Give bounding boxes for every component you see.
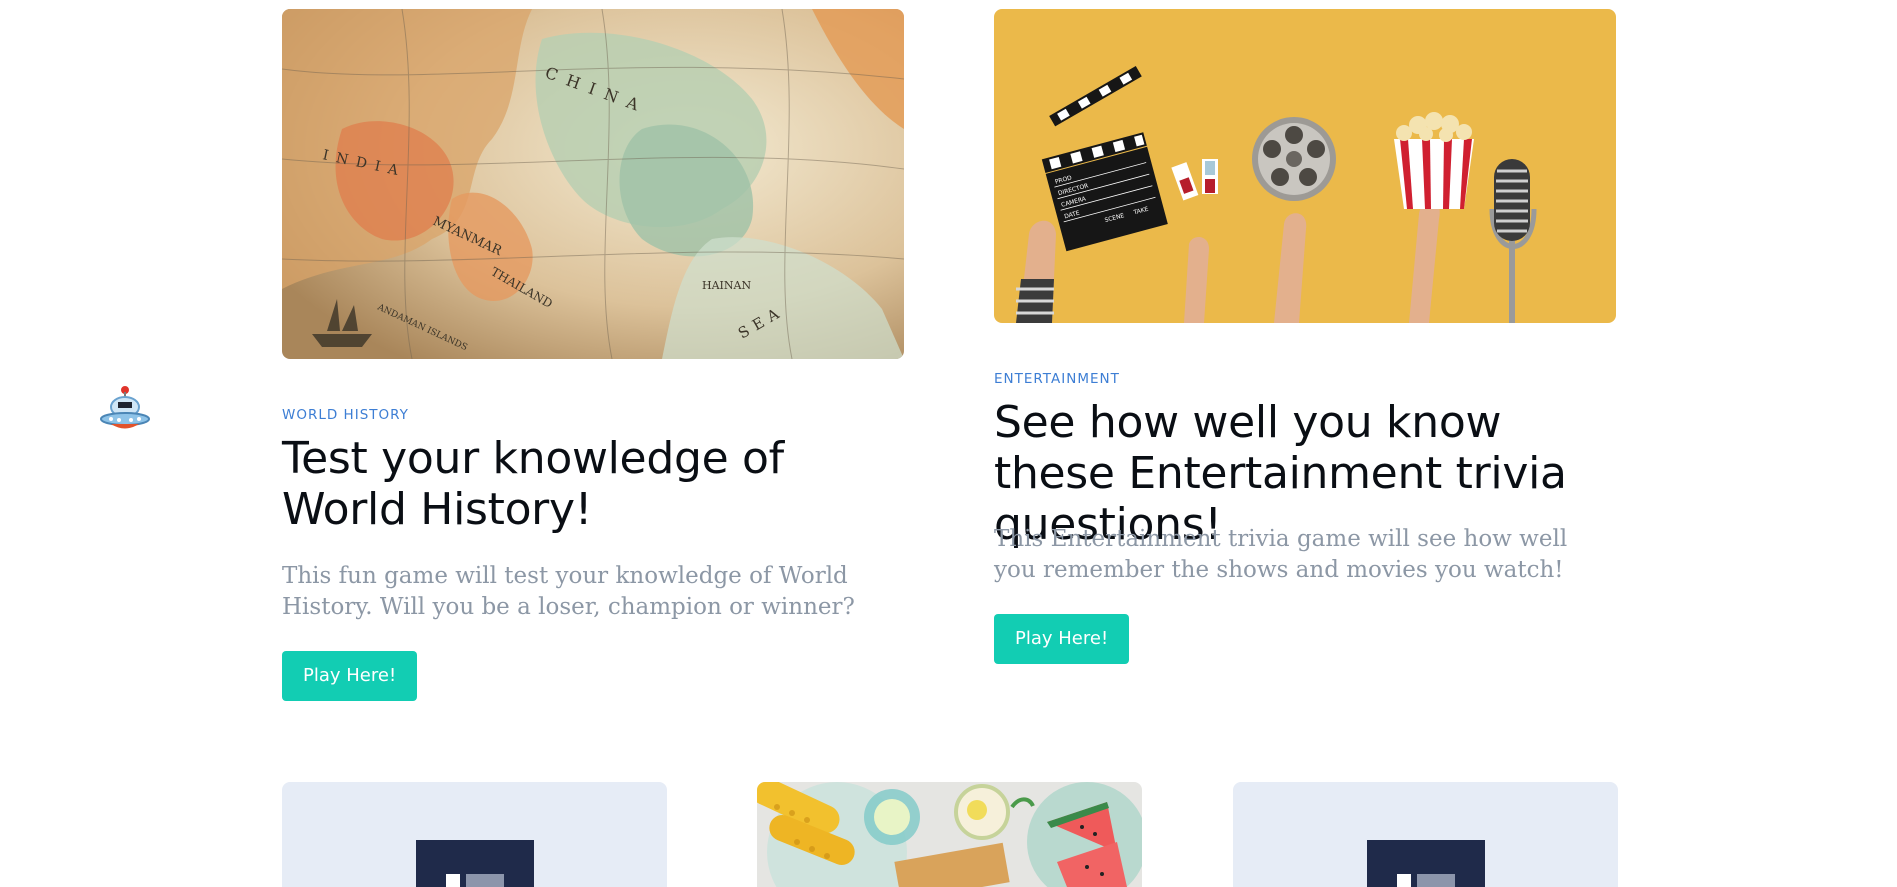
card-description: This fun game will test your knowledge o…: [282, 563, 855, 620]
placeholder-logo-icon: [416, 840, 534, 887]
world-history-image[interactable]: CHINA INDIA MYANMAR THAILAND ANDAMAN ISL…: [282, 9, 904, 359]
play-button[interactable]: Play Here!: [282, 651, 418, 701]
quiz-card-thumbnail[interactable]: [282, 782, 667, 887]
card-category: ENTERTAINMENT: [994, 371, 1120, 387]
card-title: Test your knowledge of World History!: [282, 433, 784, 535]
robot-mascot-icon[interactable]: [99, 385, 151, 431]
food-image: [757, 782, 1142, 887]
card-description: This Entertainment trivia game will see …: [994, 526, 1568, 583]
film-reel-illustration: [1252, 117, 1336, 201]
quiz-card-thumbnail[interactable]: [757, 782, 1142, 887]
entertainment-image[interactable]: PROD DIRECTOR CAMERA DATE SCENE TAKE: [994, 9, 1616, 323]
popcorn-illustration: [1394, 112, 1474, 209]
map-label-hainan: HAINAN: [702, 279, 751, 292]
placeholder-logo-icon: [1367, 840, 1485, 887]
play-button[interactable]: Play Here!: [994, 614, 1130, 664]
card-category: WORLD HISTORY: [282, 407, 409, 423]
quiz-card-thumbnail[interactable]: [1233, 782, 1618, 887]
